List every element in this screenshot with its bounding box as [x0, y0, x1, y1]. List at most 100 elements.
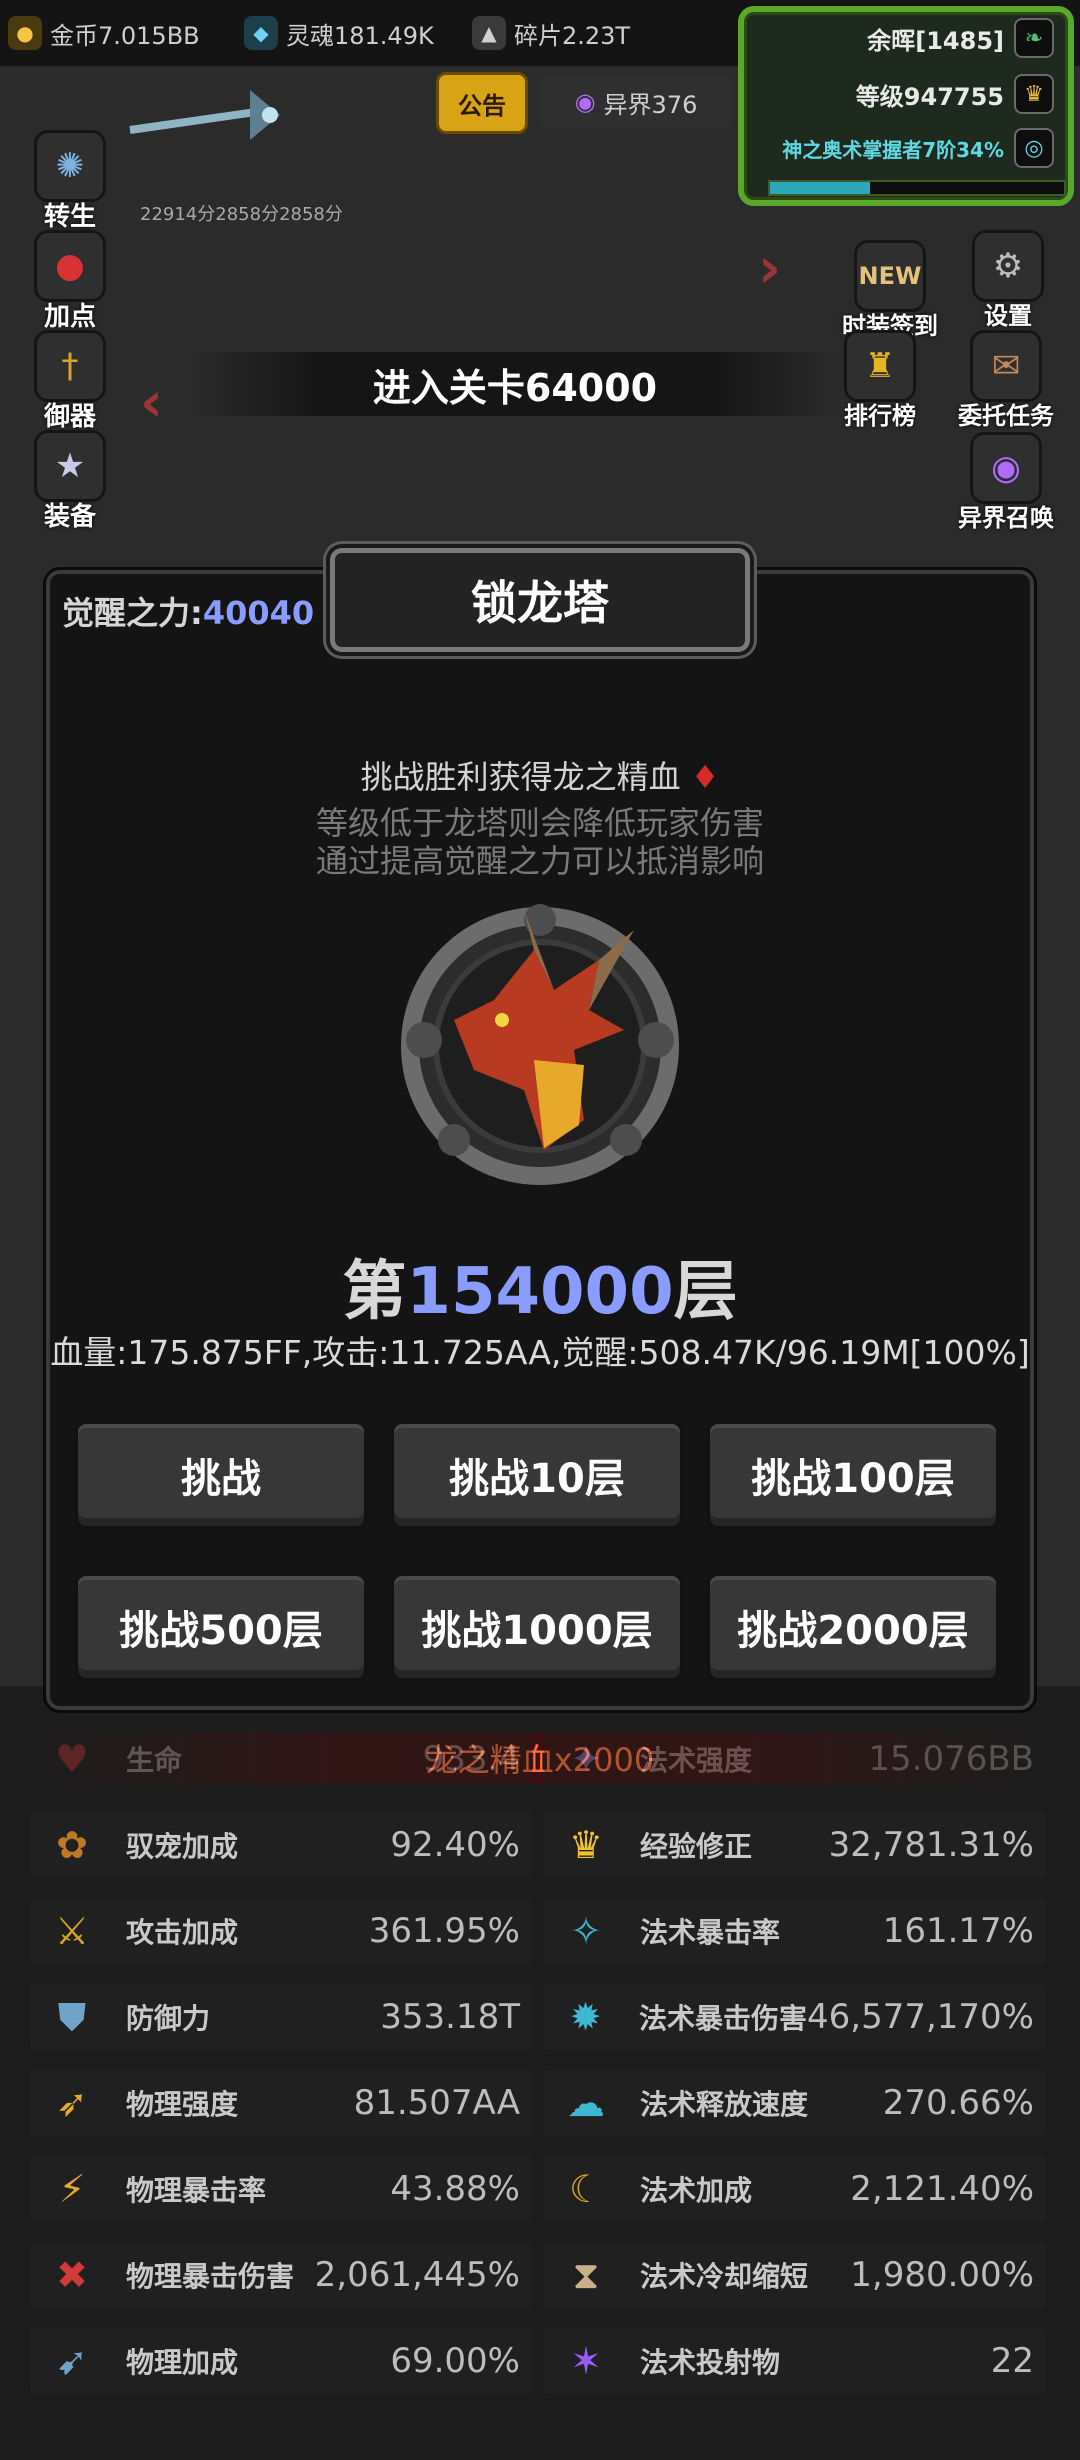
crit-icon: ⚡: [58, 2167, 86, 2211]
challenge-500-button[interactable]: 挑战500层: [74, 1572, 368, 1682]
gear-icon: ⚙: [972, 230, 1044, 302]
stat-row-attack-bonus: ⚔ 攻击加成 361.95%: [30, 1898, 532, 1964]
floor-number: 154000: [406, 1255, 674, 1329]
shard-resource: ▲ 碎片2.23T: [472, 12, 630, 54]
new-badge-icon: NEW: [854, 240, 926, 312]
trophy-icon: ♜: [844, 330, 916, 402]
tower-floor: 第154000层: [46, 1240, 1034, 1332]
menu-control-weapon-label: 御器: [43, 402, 96, 432]
weapon-display[interactable]: [120, 70, 280, 190]
stat-row-exp-mod: ♛ 经验修正 32,781.31%: [544, 1812, 1046, 1878]
challenge-100-button[interactable]: 挑战100层: [706, 1420, 1000, 1530]
menu-add-points[interactable]: ● 加点: [20, 230, 120, 333]
reward-description-text: 挑战胜利获得龙之精血: [360, 758, 681, 796]
stat-row-physical-power: ➶ 物理强度 81.507AA: [30, 2070, 532, 2136]
magic-icon: ✦: [570, 1737, 602, 1781]
cast-speed-icon: ☁: [567, 2081, 605, 2125]
stat-value: 2,061,445%: [314, 2255, 520, 2295]
blood-drop-icon: ●: [34, 230, 106, 302]
scroll-icon: ✉: [970, 330, 1042, 402]
stat-name: 法术暴击伤害: [639, 2002, 808, 2035]
stat-row-physical-bonus: ➹ 物理加成 69.00%: [30, 2328, 532, 2394]
spell-crit-icon: ✧: [570, 1909, 602, 1953]
notice-button[interactable]: 公告: [436, 72, 528, 134]
weapon-icon: [129, 90, 280, 140]
dragon-icon: [401, 904, 679, 1185]
spell-crit-damage-icon: ✹: [569, 1995, 602, 2039]
stat-value: 69.00%: [390, 2341, 520, 2381]
stat-row-spell-power: ✦ 法术强度 15.076BB: [544, 1726, 1046, 1792]
stat-name: 物理暴击率: [126, 2174, 267, 2207]
stat-value: 43.88%: [390, 2169, 520, 2209]
crown-icon: ♛: [568, 1823, 604, 1867]
menu-rebirth[interactable]: ✺ 转生: [20, 130, 120, 233]
spell-bonus-icon: ☾: [568, 2167, 604, 2211]
gold-resource: ● 金币7.015BB: [8, 12, 200, 54]
menu-commission-label: 委托任务: [958, 402, 1054, 430]
hourglass-icon: ⧗: [572, 2252, 600, 2297]
otherworld-label: 异界376: [603, 90, 698, 119]
awaken-power-value: 40040: [202, 594, 315, 632]
stat-value: 933.4: [422, 1739, 520, 1779]
boss-stats: 血量:175.875FF,攻击:11.725AA,觉醒:508.47K/96.1…: [50, 1333, 1030, 1372]
reward-description: 挑战胜利获得龙之精血 ♦: [46, 752, 1034, 798]
challenge-1000-button[interactable]: 挑战1000层: [390, 1572, 684, 1682]
swords-icon: ⚔: [54, 1909, 90, 1953]
stat-row-spell-bonus: ☾ 法术加成 2,121.40%: [544, 2156, 1046, 2222]
portal-icon: ◉: [574, 88, 596, 116]
stat-name: 物理加成: [126, 2346, 239, 2379]
stat-name: 法术强度: [640, 1744, 753, 1777]
menu-settings-label: 设置: [984, 302, 1032, 330]
stat-value: 353.18T: [380, 1997, 520, 2037]
menu-fashion-signin[interactable]: NEW 时装签到: [830, 240, 950, 341]
stat-row-physical-crit-damage: ✖ 物理暴击伤害 2,061,445%: [30, 2242, 532, 2308]
menu-settings[interactable]: ⚙ 设置: [948, 230, 1068, 331]
menu-commission[interactable]: ✉ 委托任务: [946, 330, 1066, 431]
challenge-button[interactable]: 挑战: [74, 1420, 368, 1530]
next-stage-arrow[interactable]: ›: [758, 236, 781, 301]
dialog-title-plate: 锁龙塔: [330, 548, 750, 652]
player-level-row: 等级947755 ♛: [856, 74, 1054, 114]
player-level: 等级947755: [855, 82, 1004, 111]
stat-name: 物理暴击伤害: [126, 2260, 295, 2293]
rebirth-icon: ✺: [34, 130, 106, 202]
dragon-emblem: [384, 890, 696, 1202]
crit-damage-icon: ✖: [56, 2253, 88, 2297]
stat-name: 法术释放速度: [640, 2088, 809, 2121]
stat-name: 法术加成: [640, 2174, 753, 2207]
challenge-10-button[interactable]: 挑战10层: [390, 1420, 684, 1530]
title-progress-fill: [770, 182, 870, 194]
stat-value: 2,121.40%: [850, 2169, 1034, 2209]
stat-row-spell-projectiles: ✶ 法术投射物 22: [544, 2328, 1046, 2394]
soul-text: 灵魂181.49K: [286, 21, 434, 50]
stat-value: 361.95%: [368, 1911, 520, 1951]
player-name: 余晖[1485]: [867, 26, 1004, 55]
stat-value: 270.66%: [882, 2083, 1034, 2123]
summon-portal-icon: ◉: [970, 432, 1042, 504]
floor-prefix: 第: [342, 1255, 407, 1329]
awaken-power: 觉醒之力:40040: [62, 588, 314, 634]
prev-stage-arrow[interactable]: ‹: [140, 370, 163, 435]
otherworld-button[interactable]: ◉ 异界376: [540, 76, 732, 128]
player-card[interactable]: 余晖[1485] ❧ 等级947755 ♛ 神之奥术掌握者7阶34% ◎: [738, 6, 1074, 206]
stat-value: 46,577,170%: [807, 1997, 1034, 2037]
stat-name: 攻击加成: [126, 1916, 239, 1949]
stat-row-spell-crit-rate: ✧ 法术暴击率 161.17%: [544, 1898, 1046, 1964]
dialog-title: 锁龙塔: [471, 576, 609, 630]
menu-rebirth-label: 转生: [43, 202, 96, 232]
offset-description: 通过提高觉醒之力可以抵消影响: [315, 842, 764, 880]
shard-icon: ▲: [472, 16, 506, 50]
stat-value: 22: [990, 2341, 1034, 2381]
menu-summon[interactable]: ◉ 异界召唤: [946, 432, 1066, 533]
stat-value: 81.507AA: [353, 2083, 520, 2123]
menu-control-weapon[interactable]: † 御器: [20, 330, 120, 433]
title-progress-bar: [768, 180, 1066, 196]
stat-row-hp: ♥ 生命 933.4: [30, 1726, 532, 1792]
player-title-row: 神之奥术掌握者7阶34% ◎: [782, 128, 1054, 168]
menu-equipment[interactable]: ★ 装备: [20, 430, 120, 533]
challenge-2000-button[interactable]: 挑战2000层: [706, 1572, 1000, 1682]
stat-name: 生命: [126, 1744, 183, 1777]
shard-text: 碎片2.23T: [514, 21, 631, 50]
stage-banner[interactable]: 进入关卡64000: [190, 352, 840, 416]
soul-icon: ◆: [244, 16, 278, 50]
